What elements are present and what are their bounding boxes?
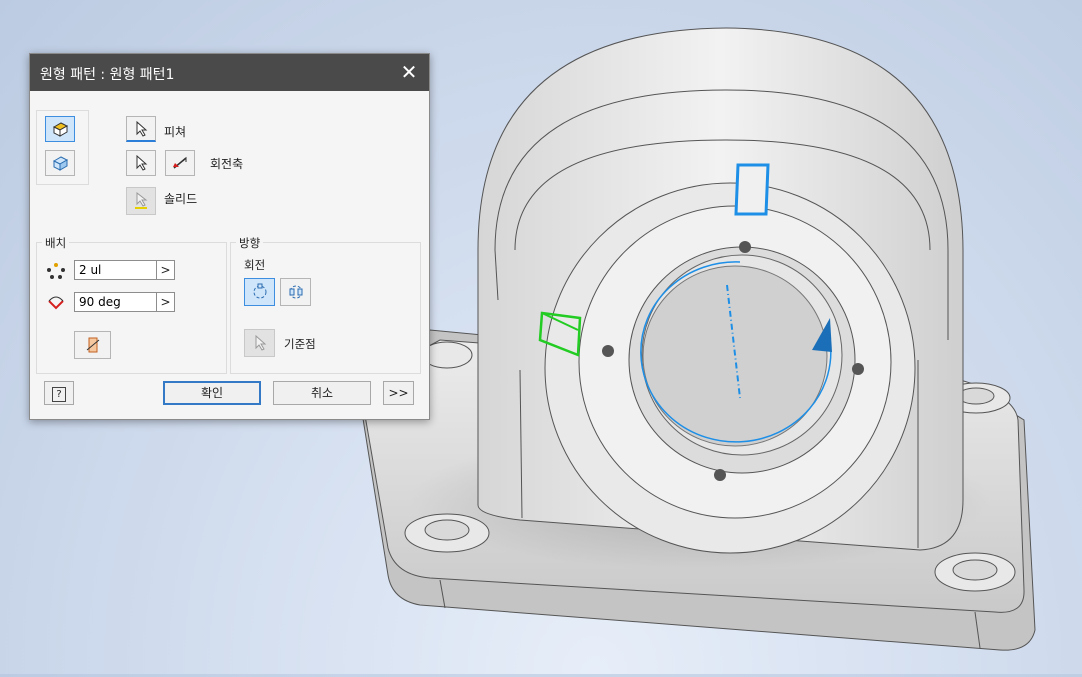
count-dropdown-button[interactable]: > — [157, 260, 175, 280]
ok-button[interactable]: 확인 — [163, 381, 261, 405]
fitted-icon — [86, 337, 99, 353]
cancel-button[interactable]: 취소 — [273, 381, 371, 405]
rotation-label: 회전 — [244, 258, 266, 272]
help-icon: ? — [52, 387, 66, 402]
angle-icon — [48, 296, 64, 310]
count-input[interactable] — [74, 260, 157, 280]
angle-input[interactable] — [74, 292, 157, 312]
pattern-solids-icon — [52, 156, 69, 171]
features-label: 피쳐 — [164, 125, 187, 139]
direction-section-label: 방향 — [236, 235, 264, 251]
dialog-title: 원형 패턴 : 원형 패턴1 — [40, 67, 175, 83]
fixed-mode-button[interactable] — [280, 278, 311, 306]
close-button[interactable]: ✕ — [399, 62, 419, 82]
solid-select-button[interactable] — [126, 187, 156, 215]
rotation-mode-button[interactable] — [244, 278, 275, 306]
features-select-button[interactable] — [126, 116, 156, 142]
solid-label: 솔리드 — [164, 192, 198, 206]
pattern-features-icon — [52, 122, 69, 137]
base-point-label: 기준점 — [284, 337, 316, 351]
angle-dropdown-button[interactable]: > — [157, 292, 175, 312]
base-point-select-button[interactable] — [244, 329, 275, 357]
axis-select-button[interactable] — [126, 150, 156, 176]
circular-pattern-dialog: 원형 패턴 : 원형 패턴1 ✕ 피쳐 회전축 솔리드 배치 > > 방향 회전 — [29, 53, 430, 420]
pattern-solids-button[interactable] — [45, 150, 75, 176]
fitted-toggle-button[interactable] — [74, 331, 111, 359]
help-button[interactable]: ? — [44, 381, 74, 405]
placement-section-label: 배치 — [42, 235, 70, 251]
dialog-titlebar[interactable]: 원형 패턴 : 원형 패턴1 ✕ — [30, 54, 429, 91]
count-icon — [47, 263, 65, 279]
select-arrow-icon — [255, 335, 266, 351]
select-arrow-icon — [135, 192, 148, 209]
select-arrow-icon — [136, 120, 148, 137]
fixed-mode-icon — [289, 285, 302, 299]
pattern-features-button[interactable] — [45, 116, 75, 142]
more-button[interactable]: >> — [383, 381, 414, 405]
flip-axis-icon — [173, 156, 187, 169]
flip-axis-button[interactable] — [165, 150, 195, 176]
rotation-mode-icon — [253, 283, 266, 299]
select-arrow-icon — [136, 155, 148, 171]
axis-label: 회전축 — [210, 157, 244, 171]
